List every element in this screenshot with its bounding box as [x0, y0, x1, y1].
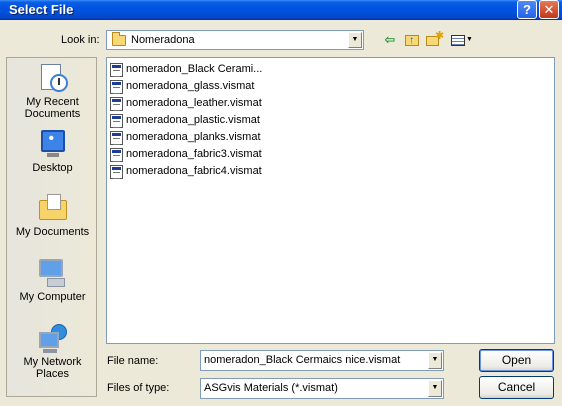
select-file-dialog: Select File ? ✕ Look in: Nomeradona ▼ ⇦ …: [0, 0, 562, 406]
file-type-dropdown[interactable]: ASGvis Materials (*.vismat) ▼: [200, 378, 444, 399]
up-folder-icon[interactable]: ↑: [403, 32, 421, 48]
place-my-network-places[interactable]: My Network Places: [7, 322, 98, 380]
views-menu-icon[interactable]: ▼: [449, 32, 473, 48]
my-documents-icon: [37, 192, 69, 224]
place-my-recent-documents[interactable]: My Recent Documents: [7, 62, 98, 120]
vismat-file-icon: [110, 114, 123, 128]
vismat-file-icon: [110, 80, 123, 94]
place-label: My Documents: [15, 226, 90, 238]
look-in-value: Nomeradona: [131, 34, 195, 46]
network-places-icon: [37, 322, 69, 354]
place-label: Desktop: [32, 162, 73, 174]
vismat-file-icon: [110, 165, 123, 179]
my-computer-icon: [37, 257, 69, 289]
new-folder-icon[interactable]: ✱: [425, 30, 444, 48]
place-label: My Computer: [19, 291, 86, 303]
help-button[interactable]: ?: [517, 0, 537, 19]
vismat-file-icon: [110, 131, 123, 145]
desktop-icon: [37, 128, 69, 160]
title-bar[interactable]: Select File ? ✕: [0, 0, 562, 20]
chevron-down-icon[interactable]: ▼: [428, 352, 442, 369]
file-name-field[interactable]: nomeradon_Black Cermaics nice.vismat ▼: [200, 350, 444, 371]
place-my-documents[interactable]: My Documents: [7, 192, 98, 238]
chevron-down-icon[interactable]: ▼: [428, 380, 442, 397]
folder-icon: [112, 32, 126, 46]
place-label: My Recent Documents: [24, 96, 81, 120]
place-label: My Network Places: [23, 356, 82, 380]
file-name-value[interactable]: nomeradon_Black Cermaics nice.vismat: [204, 354, 400, 366]
places-bar: My Recent Documents Desktop My Documents…: [6, 57, 97, 397]
cancel-button[interactable]: Cancel: [479, 376, 554, 399]
place-my-computer[interactable]: My Computer: [7, 257, 98, 303]
file-type-label: Files of type:: [107, 382, 170, 394]
file-name-label: File name:: [107, 355, 159, 367]
vismat-file-icon: [110, 148, 123, 162]
vismat-file-icon: [110, 97, 123, 111]
open-button[interactable]: Open: [479, 349, 554, 372]
place-desktop[interactable]: Desktop: [7, 128, 98, 174]
chevron-down-icon[interactable]: ▼: [348, 32, 362, 48]
back-icon[interactable]: ⇦: [381, 32, 399, 48]
close-button[interactable]: ✕: [539, 0, 559, 19]
look-in-label: Look in:: [61, 34, 100, 46]
dialog-title: Select File: [9, 2, 74, 17]
file-list[interactable]: nomeradon_Black Cerami... nomeradona_gla…: [106, 57, 555, 344]
file-type-value: ASGvis Materials (*.vismat): [204, 382, 338, 394]
vismat-file-icon: [110, 63, 123, 77]
look-in-dropdown[interactable]: Nomeradona ▼: [106, 30, 364, 50]
recent-documents-icon: [37, 62, 69, 94]
